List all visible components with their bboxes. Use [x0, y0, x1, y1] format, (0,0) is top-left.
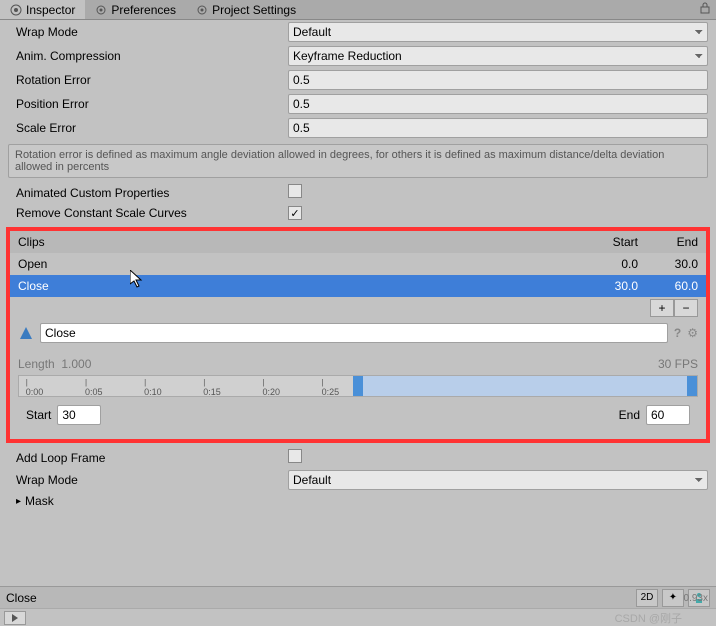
tab-preferences[interactable]: Preferences — [85, 0, 186, 19]
clips-header-start: Start — [578, 235, 638, 249]
timeline-tick: 0:15 — [203, 378, 221, 397]
start-input[interactable] — [57, 405, 101, 425]
timeline-section: Length 1.000 30 FPS 0:00 0:05 0:10 0:15 0:20… — [10, 347, 706, 431]
fps-label: 30 FPS — [658, 357, 698, 371]
tabs-bar: Inspector Preferences Project Settings — [0, 0, 716, 20]
clip-buttons: + − — [10, 297, 706, 319]
clip-row-close[interactable]: Close 30.0 60.0 — [10, 275, 706, 297]
remove-constant-scale-row: Remove Constant Scale Curves — [8, 203, 708, 223]
scale-error-input[interactable] — [288, 118, 708, 138]
gear-icon — [95, 4, 107, 16]
remove-clip-button[interactable]: − — [674, 299, 698, 317]
clip-triangle-icon — [18, 325, 34, 341]
tab-project-settings[interactable]: Project Settings — [186, 0, 306, 19]
start-label: Start — [26, 408, 51, 422]
anim-compression-label: Anim. Compression — [8, 49, 288, 63]
clip-name-input[interactable] — [40, 323, 668, 343]
animated-custom-props-row: Animated Custom Properties — [8, 182, 708, 203]
play-button[interactable] — [4, 611, 26, 625]
wrap-mode-2-select[interactable]: Default — [288, 470, 708, 490]
lock-icon — [700, 2, 710, 14]
end-input[interactable] — [646, 405, 690, 425]
position-error-label: Position Error — [8, 97, 288, 111]
animated-custom-props-checkbox[interactable] — [288, 184, 302, 198]
preview-clip-name: Close — [6, 591, 632, 605]
tab-label: Inspector — [26, 3, 75, 17]
remove-constant-scale-checkbox[interactable] — [288, 206, 302, 220]
inspector-icon — [10, 4, 22, 16]
clip-name-row: ? ⚙ — [10, 319, 706, 347]
length-row: Length 1.000 30 FPS — [18, 353, 698, 375]
end-label: End — [619, 408, 640, 422]
mask-foldout[interactable]: Mask — [8, 492, 708, 510]
help-icon[interactable]: ? — [674, 326, 681, 340]
gizmo-button[interactable]: ✦ — [662, 589, 684, 607]
wrap-mode-2-label: Wrap Mode — [8, 473, 288, 487]
clips-header-end: End — [638, 235, 698, 249]
zoom-level: 0.93x — [684, 593, 708, 604]
clips-section-highlight: Clips Start End Open 0.0 30.0 Close 30.0… — [6, 227, 710, 443]
clips-header: Clips Start End — [10, 231, 706, 253]
rotation-error-label: Rotation Error — [8, 73, 288, 87]
gear-icon — [196, 4, 208, 16]
timeline-tick: 0:25 — [322, 378, 340, 397]
timeline-end-handle[interactable] — [687, 376, 697, 396]
add-loop-frame-checkbox[interactable] — [288, 449, 302, 463]
scale-error-label: Scale Error — [8, 121, 288, 135]
timeline-tick: 0:05 — [85, 378, 103, 397]
animated-custom-props-label: Animated Custom Properties — [8, 186, 288, 200]
wrap-mode-row: Wrap Mode Default — [8, 20, 708, 44]
length-label: Length — [18, 357, 55, 371]
anim-compression-select[interactable]: Keyframe Reduction — [288, 46, 708, 66]
wrap-mode-2-row: Wrap Mode Default — [8, 468, 708, 492]
anim-compression-row: Anim. Compression Keyframe Reduction — [8, 44, 708, 68]
wrap-mode-label: Wrap Mode — [8, 25, 288, 39]
timeline[interactable]: 0:000:050:100:150:200:251:001:051:101:15… — [18, 375, 698, 397]
clip-settings-icon[interactable]: ⚙ — [687, 326, 698, 340]
clips-header-name: Clips — [18, 235, 578, 249]
timeline-selection — [358, 376, 697, 396]
play-bar: CSDN @刚子 — [0, 608, 716, 626]
length-value: 1.000 — [61, 357, 91, 371]
scale-error-row: Scale Error — [8, 116, 708, 140]
play-icon — [11, 614, 19, 622]
error-info-text: Rotation error is defined as maximum ang… — [8, 144, 708, 178]
add-loop-frame-label: Add Loop Frame — [8, 451, 288, 465]
mask-label: Mask — [25, 494, 54, 508]
mode-2d-button[interactable]: 2D — [636, 589, 658, 607]
position-error-input[interactable] — [288, 94, 708, 114]
add-loop-frame-row: Add Loop Frame — [8, 447, 708, 468]
rotation-error-input[interactable] — [288, 70, 708, 90]
preview-bar: Close 2D ✦ — [0, 586, 716, 608]
position-error-row: Position Error — [8, 92, 708, 116]
start-end-row: Start End — [18, 397, 698, 425]
add-clip-button[interactable]: + — [650, 299, 674, 317]
tab-label: Project Settings — [212, 3, 296, 17]
wrap-mode-select[interactable]: Default — [288, 22, 708, 42]
lock-button[interactable] — [694, 0, 716, 19]
remove-constant-scale-label: Remove Constant Scale Curves — [8, 206, 288, 220]
timeline-start-handle[interactable] — [353, 376, 363, 396]
tab-label: Preferences — [111, 3, 176, 17]
tab-inspector[interactable]: Inspector — [0, 0, 85, 19]
timeline-tick: 0:00 — [26, 378, 44, 397]
timeline-tick: 0:20 — [262, 378, 280, 397]
watermark-text: CSDN @刚子 — [615, 610, 682, 626]
timeline-tick: 0:10 — [144, 378, 162, 397]
clip-row-open[interactable]: Open 0.0 30.0 — [10, 253, 706, 275]
rotation-error-row: Rotation Error — [8, 68, 708, 92]
